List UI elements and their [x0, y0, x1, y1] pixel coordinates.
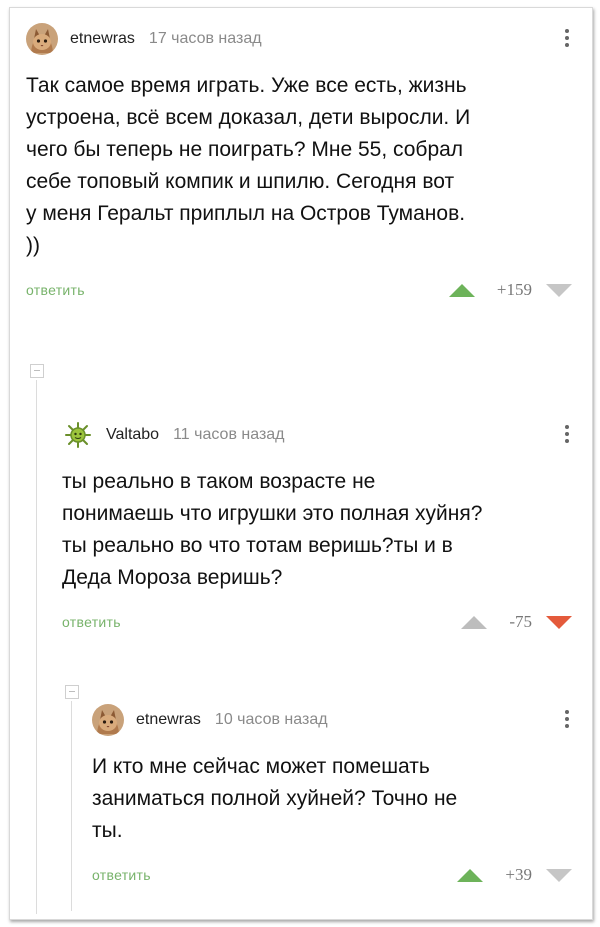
timestamp: 11 часов назад — [173, 426, 285, 443]
username[interactable]: etnewras — [70, 30, 135, 48]
collapse-thread-button[interactable] — [30, 364, 44, 378]
timestamp: 10 часов назад — [214, 711, 328, 728]
upvote-icon[interactable] — [457, 868, 484, 882]
comment-1: etnewras 17 часов назад Так самое время … — [26, 22, 572, 304]
rating-score: +159 — [496, 280, 532, 299]
vote-controls: +39 — [457, 865, 572, 885]
reply-link[interactable]: ответить — [92, 867, 151, 883]
upvote-icon[interactable] — [448, 283, 475, 297]
reply-link[interactable]: ответить — [26, 282, 85, 298]
more-options-icon[interactable] — [562, 707, 572, 733]
more-options-icon[interactable] — [562, 422, 572, 448]
rating-score: -75 — [509, 612, 532, 631]
more-options-icon[interactable] — [562, 26, 572, 52]
vote-controls: +159 — [448, 280, 572, 300]
vote-controls: -75 — [461, 612, 572, 632]
comment-header: Valtabo 11 часов назад — [62, 418, 572, 452]
virus-avatar-icon[interactable] — [62, 419, 94, 451]
comment-thread: etnewras 17 часов назад Так самое время … — [9, 7, 593, 920]
username[interactable]: Valtabo — [106, 426, 159, 444]
comment-header: etnewras 17 часов назад — [26, 22, 572, 56]
comment-footer: ответить +39 — [92, 865, 572, 889]
comment-2: Valtabo 11 часов назад ты реально в тако… — [62, 418, 572, 636]
username[interactable]: etnewras — [136, 711, 201, 729]
downvote-icon[interactable] — [546, 283, 572, 297]
rating-score: +39 — [505, 865, 532, 884]
cat-avatar-icon[interactable] — [92, 704, 124, 736]
cat-avatar-icon[interactable] — [26, 23, 58, 55]
comment-header: etnewras 10 часов назад — [92, 703, 572, 737]
downvote-icon[interactable] — [546, 868, 572, 882]
reply-link[interactable]: ответить — [62, 614, 121, 630]
thread-line — [71, 701, 72, 911]
comment-text: Так самое время играть. Уже все есть, жи… — [26, 74, 471, 257]
comment-text: ты реально в таком возрасте не понимаешь… — [62, 470, 483, 589]
comment-footer: ответить -75 — [62, 612, 572, 636]
comment-3: etnewras 10 часов назад И кто мне сейчас… — [92, 703, 572, 889]
upvote-icon[interactable] — [461, 615, 488, 629]
comment-footer: ответить +159 — [26, 280, 572, 304]
timestamp: 17 часов назад — [148, 30, 262, 47]
collapse-thread-button[interactable] — [65, 685, 79, 699]
downvote-icon[interactable] — [546, 615, 572, 629]
thread-line — [36, 380, 37, 914]
comment-text: И кто мне сейчас может помешать занимать… — [92, 755, 458, 842]
